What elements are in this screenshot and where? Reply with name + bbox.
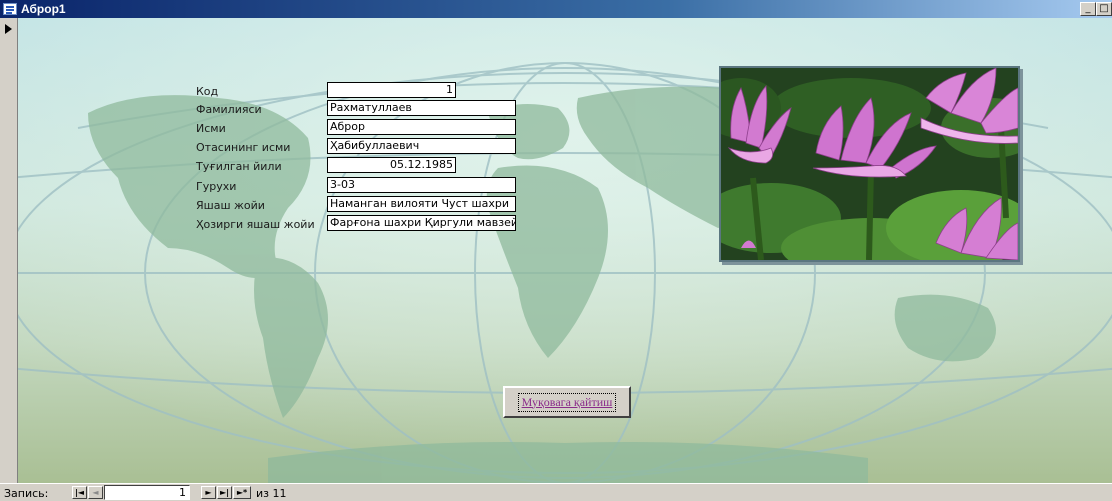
hozirgi-yashash-joyi-field[interactable]: Фарғона шахри Қиргули мавзейи (327, 215, 516, 231)
record-number-input[interactable]: 1 (104, 485, 190, 500)
current-record-arrow-icon (5, 24, 12, 34)
label-tugilgan-yili: Туғилган йили (196, 160, 282, 173)
back-to-cover-button[interactable]: Муқовага қайтиш (503, 386, 631, 418)
label-guruhi: Гурухи (196, 180, 237, 193)
previous-record-button[interactable]: ◄ (88, 486, 103, 499)
window-title: Аброр1 (21, 2, 66, 16)
familiyasi-field[interactable]: Рахматуллаев (327, 100, 516, 116)
water-lilies-photo (719, 66, 1020, 262)
back-to-cover-label: Муқовага қайтиш (517, 392, 617, 412)
minimize-button[interactable]: _ (1080, 2, 1096, 16)
yashash-joyi-field[interactable]: Наманган вилояти Чуст шахри (327, 196, 516, 212)
new-record-button[interactable]: ►* (233, 486, 251, 499)
kod-field[interactable]: 1 (327, 82, 456, 98)
next-record-button[interactable]: ► (201, 486, 216, 499)
label-kod: Код (196, 85, 219, 98)
title-bar[interactable]: Аброр1 _ □ (0, 0, 1112, 18)
tugilgan-yili-field[interactable]: 05.12.1985 (327, 157, 456, 173)
ismi-field[interactable]: Аброр (327, 119, 516, 135)
record-selector[interactable] (0, 18, 18, 483)
label-otasining-ismi: Отасининг исми (196, 141, 291, 154)
label-familiyasi: Фамилияси (196, 103, 262, 116)
record-navigation-bar: Запись: |◄ ◄ 1 ► ►| ►* из 11 (0, 483, 1112, 501)
form-icon (3, 3, 17, 15)
label-yashash-joyi: Яшаш жойи (196, 199, 265, 212)
maximize-button[interactable]: □ (1096, 2, 1112, 16)
first-record-button[interactable]: |◄ (72, 486, 87, 499)
form-area: Код 1 Фамилияси Рахматуллаев Исми Аброр … (18, 18, 1112, 483)
label-ismi: Исми (196, 122, 226, 135)
last-record-button[interactable]: ►| (217, 486, 232, 499)
guruhi-field[interactable]: 3-03 (327, 177, 516, 193)
record-label: Запись: (4, 487, 49, 500)
record-count: из 11 (256, 487, 287, 500)
otasining-ismi-field[interactable]: Ҳабибуллаевич (327, 138, 516, 154)
label-hozirgi-yashash-joyi: Ҳозирги яшаш жойи (196, 218, 315, 231)
